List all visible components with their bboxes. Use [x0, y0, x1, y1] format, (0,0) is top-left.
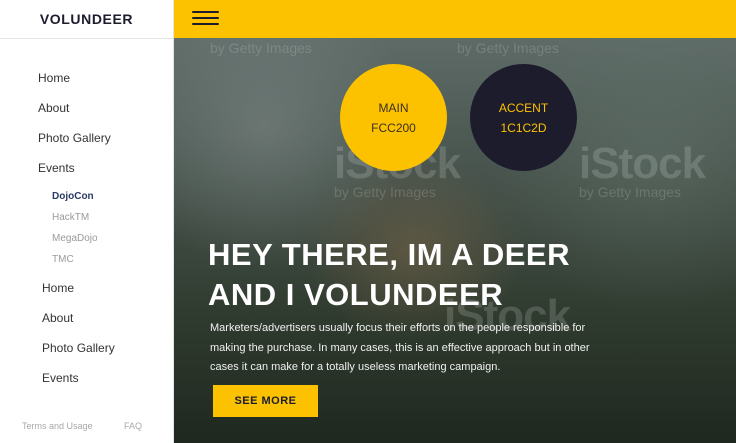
sidebar-item-home[interactable]: Home	[38, 71, 70, 85]
hero-description-line-2: making the purchase. In many cases, this…	[210, 341, 590, 354]
sidebar-item-about[interactable]: About	[38, 101, 69, 115]
sidebar-item-home-secondary[interactable]: Home	[42, 281, 74, 295]
hero-headline-line-2: AND I VOLUNDEER	[208, 277, 504, 312]
hero-section: by Getty Images by Getty Images iStock b…	[174, 38, 736, 443]
brand-logo[interactable]: VOLUNDEER	[0, 0, 173, 39]
stock-watermark: iStock by Getty Images	[579, 139, 706, 201]
footer-faq-link[interactable]: FAQ	[124, 421, 142, 431]
main-swatch-value: FCC200	[371, 120, 416, 135]
hero-headline-line-1: HEY THERE, IM A DEER	[208, 237, 570, 272]
hamburger-icon[interactable]	[192, 11, 219, 25]
sidebar-item-about-secondary[interactable]: About	[42, 311, 73, 325]
accent-swatch-label: ACCENT	[498, 100, 549, 115]
sidebar-subitem-tmc[interactable]: TMC	[52, 254, 74, 265]
main-color-swatch: MAIN FCC200	[340, 64, 447, 171]
footer-terms-link[interactable]: Terms and Usage	[22, 421, 93, 431]
sidebar-subitem-dojocon[interactable]: DojoCon	[52, 191, 94, 202]
sidebar: VOLUNDEER Home About Photo Gallery Event…	[0, 0, 174, 443]
hero-headline: HEY THERE, IM A DEER AND I VOLUNDEER	[208, 235, 678, 315]
accent-color-swatch: ACCENT 1C1C2D	[470, 64, 577, 171]
see-more-button[interactable]: SEE MORE	[213, 385, 318, 417]
main-swatch-label: MAIN	[378, 100, 409, 115]
hero-description-line-3: cases it can make for a totally useless …	[210, 361, 501, 373]
hero-description: Marketers/advertisers usually focus thei…	[210, 319, 660, 378]
accent-swatch-value: 1C1C2D	[500, 120, 547, 135]
sidebar-item-photo-gallery[interactable]: Photo Gallery	[38, 131, 111, 145]
sidebar-subitem-hacktm[interactable]: HackTM	[52, 212, 89, 223]
sidebar-item-events-secondary[interactable]: Events	[42, 371, 79, 385]
sidebar-item-events[interactable]: Events	[38, 161, 75, 175]
sidebar-subitem-megadojo[interactable]: MegaDojo	[52, 233, 98, 244]
hero-description-line-1: Marketers/advertisers usually focus thei…	[210, 322, 586, 334]
stock-watermark: by Getty Images	[457, 40, 559, 56]
stock-watermark: by Getty Images	[210, 40, 312, 56]
top-bar	[174, 0, 736, 38]
sidebar-item-photo-gallery-secondary[interactable]: Photo Gallery	[42, 341, 115, 355]
